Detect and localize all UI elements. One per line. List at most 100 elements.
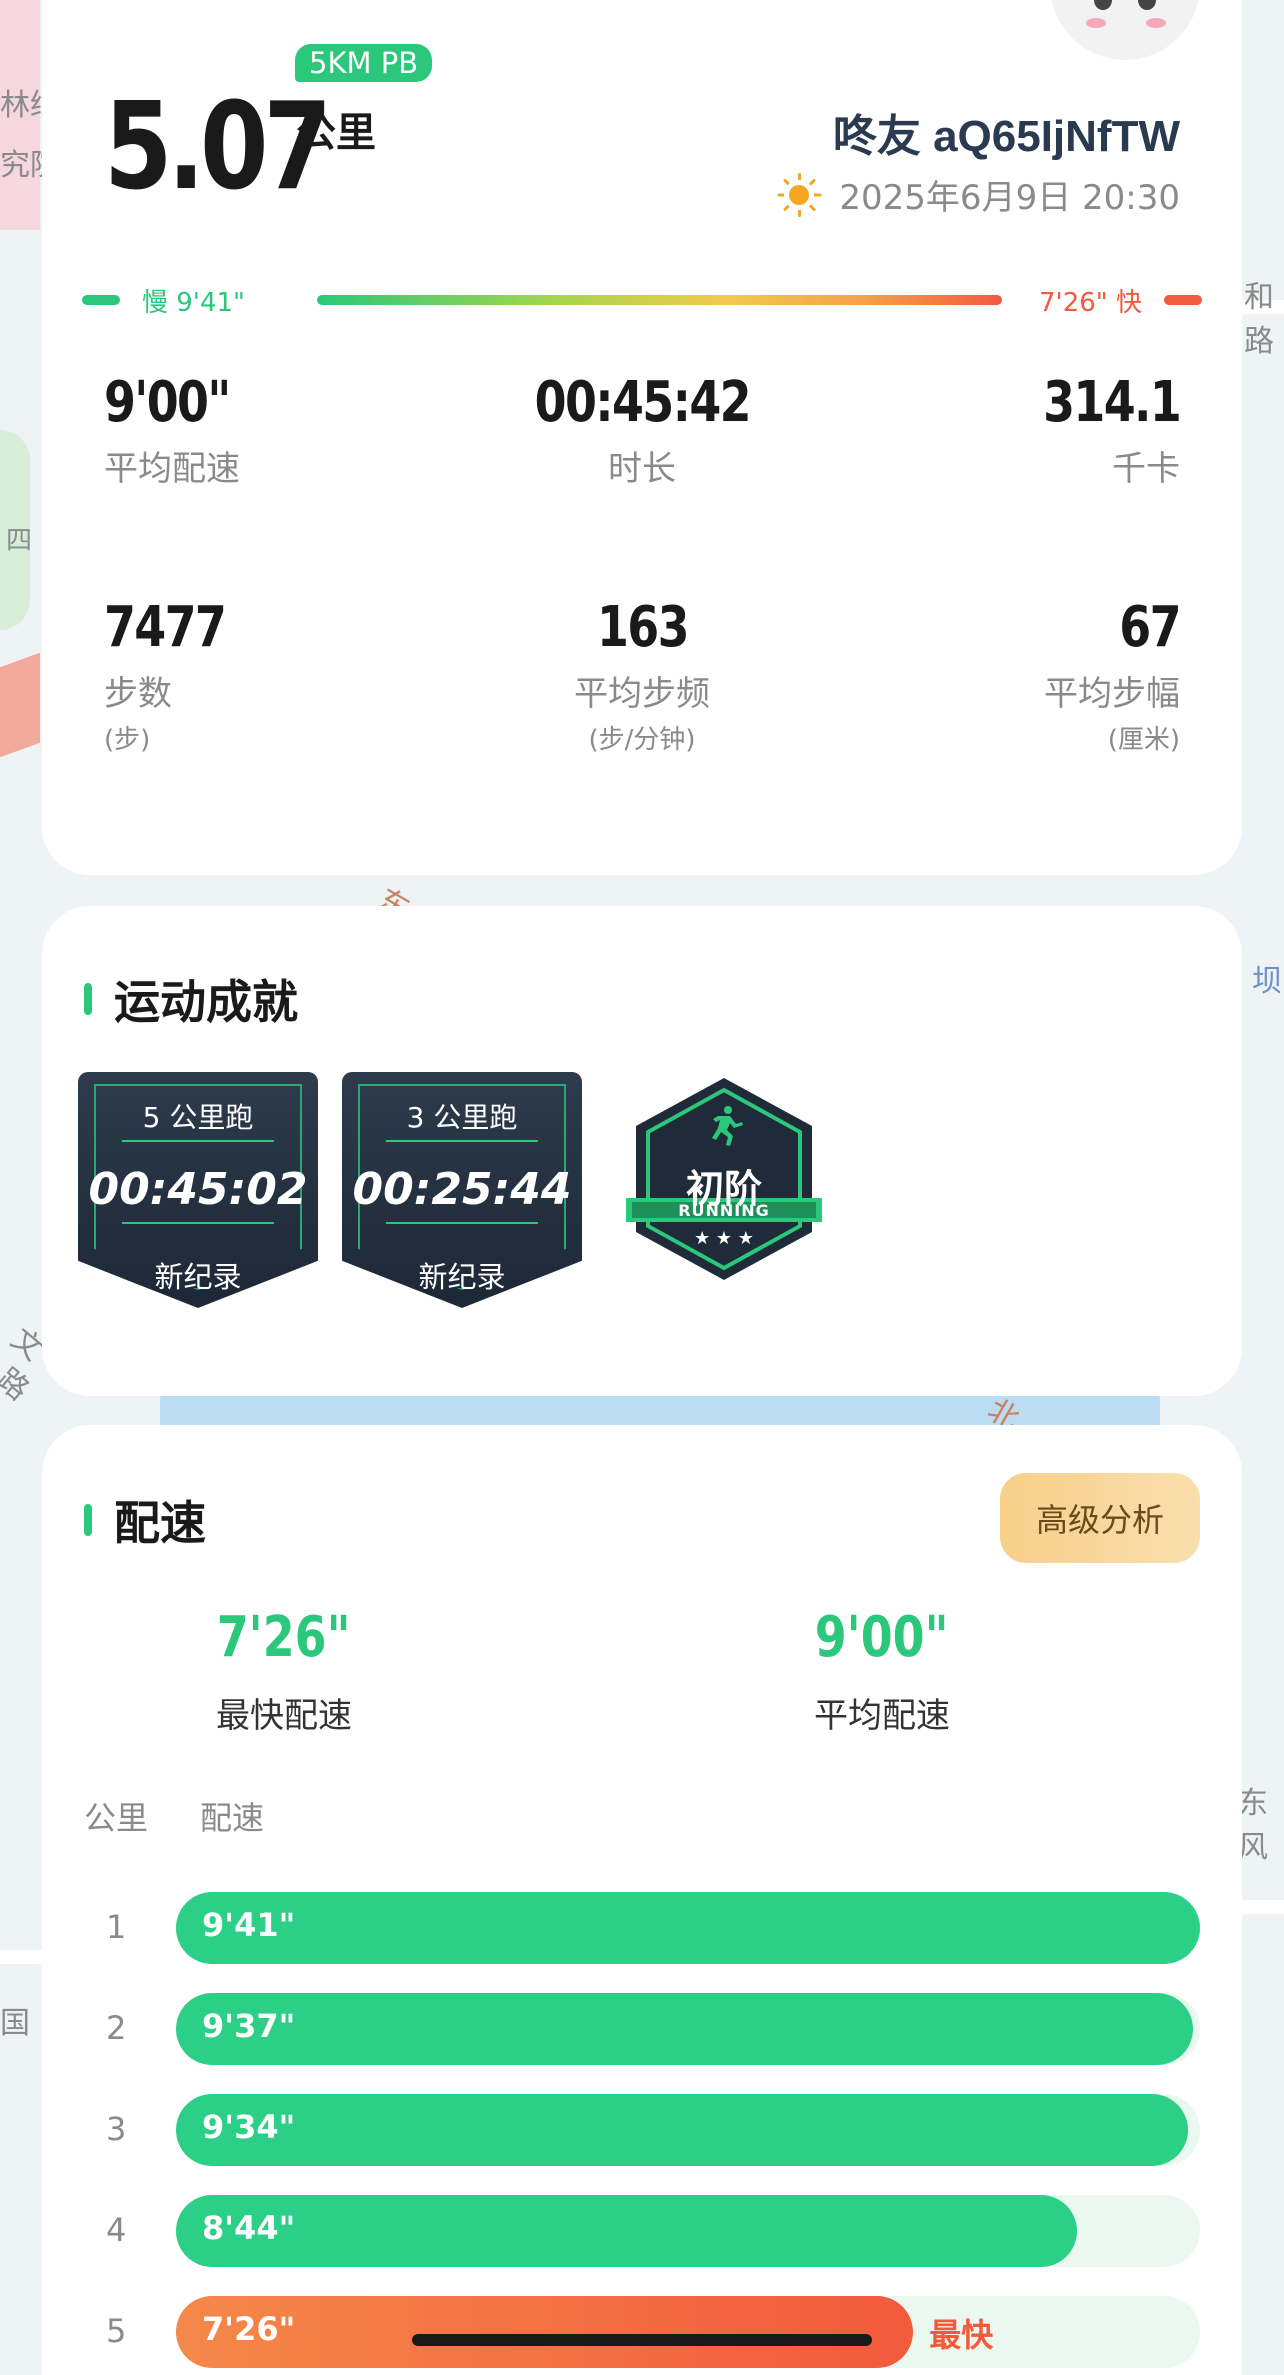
- achievements-card: 运动成就 5 公里跑 00:45:02 新纪录 3 公里跑 00:25:44 新…: [42, 906, 1242, 1396]
- avatar-cheek: [1086, 18, 1106, 28]
- fastest-pace-value: 7'26": [217, 1605, 351, 1670]
- pace-scale-fast-label: 7'26" 快: [1039, 288, 1142, 318]
- stat-value: 00:45:42: [534, 370, 751, 435]
- split-row: 4 8'44": [84, 2195, 1200, 2267]
- stat-label: 平均步频: [574, 674, 710, 714]
- split-row: 2 9'37": [84, 1993, 1200, 2065]
- section-marker: [84, 983, 92, 1015]
- date-time: 2025年6月9日 20:30: [839, 178, 1180, 218]
- split-bar-track: 9'41": [176, 1892, 1200, 1964]
- pace-scale: 慢 9'41" 7'26" 快: [82, 280, 1202, 320]
- split-pace: 7'26": [202, 2310, 296, 2348]
- split-bar-track: 8'44": [176, 2195, 1200, 2267]
- split-pace: 9'34": [202, 2108, 296, 2146]
- split-km: 5: [106, 2312, 127, 2350]
- average-pace-value: 9'00": [815, 1605, 949, 1670]
- stat-value: 9'00": [104, 370, 231, 435]
- stat-stride: 67 平均步幅 (厘米): [840, 595, 1182, 756]
- map-label: 路: [0, 1361, 36, 1408]
- pace-scale-slow-label: 慢 9'41": [142, 288, 245, 318]
- running-level-badge[interactable]: 初阶 RUNNING ★ ★ ★: [624, 1074, 824, 1284]
- split-pace: 9'37": [202, 2007, 296, 2045]
- distance-unit: 公里: [296, 110, 376, 156]
- split-km: 1: [106, 1908, 127, 1946]
- average-pace-label: 平均配速: [814, 1696, 950, 1736]
- km-column-header: 公里: [84, 1799, 149, 1837]
- split-bar: 8'44": [176, 2195, 1078, 2267]
- pace-scale-fast-cap: [1164, 295, 1202, 305]
- splits-header: 公里 配速: [84, 1793, 264, 1839]
- stat-value: 67: [1119, 595, 1181, 660]
- split-bar-track: 9'37": [176, 1993, 1200, 2065]
- fastest-split-tag: 最快: [929, 2316, 994, 2354]
- badge-time: 00:45:02: [88, 1164, 308, 1215]
- split-km: 4: [106, 2211, 127, 2249]
- map-label: 东风: [1238, 1786, 1268, 1865]
- split-bar: 9'37": [176, 1993, 1193, 2065]
- avatar[interactable]: [1050, 0, 1200, 60]
- map-label: 和路: [1244, 280, 1274, 359]
- avatar-eye: [1138, 0, 1156, 10]
- stat-avg-pace: 9'00" 平均配速: [104, 370, 444, 490]
- split-pace: 8'44": [202, 2209, 296, 2247]
- achievement-badge-3km[interactable]: 3 公里跑 00:25:44 新纪录: [342, 1072, 582, 1308]
- home-indicator[interactable]: [412, 2334, 872, 2346]
- split-row: 5 7'26" 最快: [84, 2296, 1200, 2368]
- split-bar-track: 7'26" 最快: [176, 2296, 1200, 2368]
- split-row: 3 9'34": [84, 2094, 1200, 2166]
- advanced-analysis-button[interactable]: 高级分析: [999, 1473, 1200, 1563]
- badge-title: 5 公里跑: [142, 1101, 254, 1134]
- split-row: 1 9'41": [84, 1892, 1200, 1964]
- summary-card: 5.07 5KM PB 公里 咚友 aQ65IjNfTW 2025年6月9日 2…: [42, 0, 1242, 875]
- stat-unit: (步/分钟): [588, 725, 696, 755]
- stat-value: 314.1: [1042, 370, 1182, 435]
- map-label: 坝: [1252, 964, 1282, 999]
- achievements-title: 运动成就: [114, 975, 298, 1029]
- stat-value: 7477: [104, 595, 227, 660]
- pace-column-header: 配速: [200, 1799, 265, 1837]
- stat-unit: (厘米): [1107, 725, 1180, 755]
- badge-title: 3 公里跑: [406, 1101, 518, 1134]
- badge-time: 00:25:44: [352, 1164, 572, 1215]
- split-bar-track: 9'34": [176, 2094, 1200, 2166]
- split-pace: 9'41": [202, 1906, 296, 1944]
- average-pace-kpi: 9'00" 平均配速: [682, 1605, 1082, 1737]
- sun-icon: [777, 172, 822, 217]
- pb-badge: 5KM PB: [295, 44, 433, 82]
- pace-title: 配速: [114, 1496, 206, 1550]
- stat-cadence: 163 平均步频 (步/分钟): [472, 595, 812, 756]
- badge-note: 新纪录: [154, 1260, 242, 1294]
- username[interactable]: 咚友 aQ65IjNfTW: [833, 100, 1180, 164]
- stat-value: 163: [596, 595, 690, 660]
- fastest-pace-kpi: 7'26" 最快配速: [84, 1605, 484, 1737]
- stat-unit: (步): [104, 725, 151, 755]
- achievements-header: 运动成就: [84, 966, 298, 1032]
- stat-duration: 00:45:42 时长: [472, 370, 812, 490]
- pace-header: 配速: [84, 1487, 206, 1553]
- achievement-badge-5km[interactable]: 5 公里跑 00:45:02 新纪录: [78, 1072, 318, 1308]
- stat-label: 千卡: [1112, 449, 1180, 489]
- split-bar: 9'34": [176, 2094, 1188, 2166]
- date-row: 2025年6月9日 20:30: [777, 170, 1180, 219]
- split-bar: 9'41": [176, 1892, 1200, 1964]
- avatar-cheek: [1146, 18, 1166, 28]
- map-road: [0, 652, 40, 758]
- split-km: 3: [106, 2110, 127, 2148]
- stat-label: 步数: [104, 674, 172, 714]
- stat-label: 平均步幅: [1044, 674, 1180, 714]
- pace-scale-gradient: [317, 295, 1002, 305]
- map-label: 国: [0, 2006, 30, 2041]
- distance-value: 5.07: [104, 78, 332, 217]
- pace-scale-slow-cap: [82, 295, 120, 305]
- map-label: 四: [6, 526, 33, 556]
- stat-label: 平均配速: [104, 449, 240, 489]
- badge-note: 新纪录: [418, 1260, 506, 1294]
- stat-label: 时长: [608, 449, 676, 489]
- level-badge-stars: ★ ★ ★: [694, 1228, 754, 1249]
- split-km: 2: [106, 2009, 127, 2047]
- fastest-pace-label: 最快配速: [216, 1696, 352, 1736]
- pace-card: 配速 高级分析 7'26" 最快配速 9'00" 平均配速 公里 配速 1 9'4…: [42, 1425, 1242, 2375]
- stat-steps: 7477 步数 (步): [104, 595, 444, 756]
- level-badge-subtitle: RUNNING: [678, 1201, 770, 1220]
- split-bar: 7'26": [176, 2296, 914, 2368]
